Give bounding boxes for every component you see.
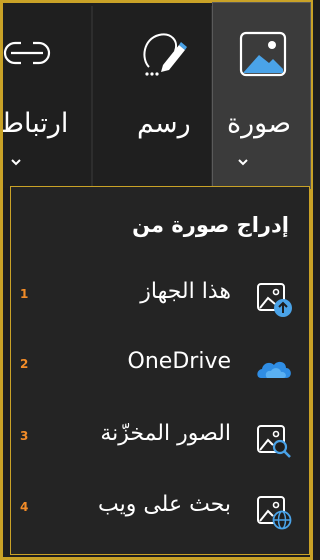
picture-search-icon [257, 425, 291, 458]
picture-button[interactable]: صورة [212, 2, 311, 189]
picture-icon [239, 31, 287, 77]
menu-item-onedrive[interactable]: OneDrive 2 [11, 337, 309, 397]
key-tip: 3 [20, 429, 29, 443]
link-label: ارتباط [3, 108, 69, 139]
menu-item-web-search[interactable]: بحث على ويب 4 [11, 480, 309, 540]
draw-icon [143, 33, 187, 76]
menu-item-this-device[interactable]: هذا الجهاز 1 [11, 267, 309, 327]
picture-upload-icon [257, 283, 292, 317]
ribbon-divider [91, 6, 93, 188]
key-tip: 1 [20, 287, 29, 301]
draw-label: رسم [137, 108, 191, 139]
picture-web-icon [257, 496, 292, 530]
insert-picture-menu: إدراج صورة من هذا الجهاز 1 OneDrive 2 ال… [10, 186, 310, 555]
picture-label: صورة [227, 108, 292, 139]
onedrive-cloud-icon [257, 361, 291, 378]
menu-item-label: هذا الجهاز [140, 279, 231, 304]
menu-title: إدراج صورة من [132, 213, 289, 237]
menu-item-label: OneDrive [127, 349, 231, 374]
menu-item-stock-images[interactable]: الصور المخزّنة 3 [11, 409, 309, 469]
key-tip: 2 [20, 357, 29, 371]
link-button[interactable]: ارتباط [3, 3, 89, 188]
key-tip: 4 [20, 500, 29, 514]
chevron-down-icon [238, 159, 248, 166]
link-icon [3, 41, 51, 65]
ribbon-insert-group: ارتباط رسم صورة [3, 2, 311, 189]
menu-item-label: الصور المخزّنة [100, 421, 231, 446]
menu-item-label: بحث على ويب [97, 492, 231, 517]
draw-button[interactable]: رسم [121, 3, 211, 188]
chevron-down-icon [11, 159, 21, 166]
